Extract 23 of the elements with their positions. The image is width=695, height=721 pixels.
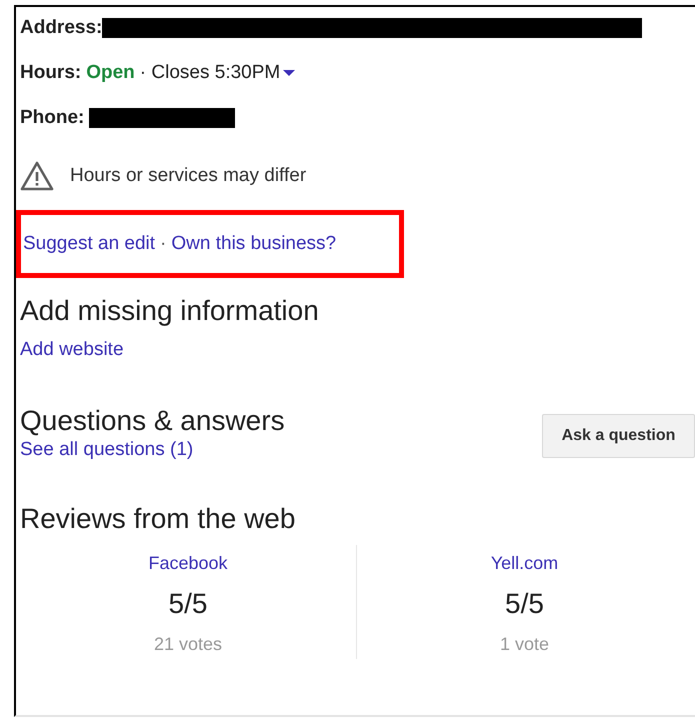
section-heading: Add missing information	[20, 295, 320, 327]
warning-icon	[20, 161, 54, 191]
review-score: 5/5	[168, 588, 208, 620]
see-questions-link[interactable]: See all questions (1)	[20, 439, 285, 461]
field-label: Address:	[20, 17, 102, 39]
open-status: Open	[86, 62, 135, 84]
closing-time: · Closes 5:30PM	[140, 62, 280, 84]
caret-icon[interactable]	[283, 70, 296, 76]
ask-question-button[interactable]: Ask a question	[542, 414, 695, 458]
notice-text: Hours or services may differ	[70, 165, 306, 187]
review-score: 5/5	[505, 588, 544, 620]
edit-link[interactable]: Own this business?	[171, 233, 336, 255]
separator: ·	[160, 233, 166, 255]
vote-count: 1 vote	[500, 634, 550, 655]
edit-link[interactable]: Suggest an edit	[23, 233, 156, 255]
review-source-link[interactable]: Yell.com	[490, 553, 558, 574]
section-heading: Reviews from the web	[20, 503, 296, 535]
add-website-link[interactable]: Add website	[20, 339, 695, 361]
vote-count: 21 votes	[154, 634, 222, 655]
field-label: Hours:	[20, 62, 82, 84]
review-source-link[interactable]: Facebook	[148, 553, 228, 574]
section-heading: Questions & answers	[20, 405, 285, 437]
field-label: Phone:	[20, 107, 84, 129]
